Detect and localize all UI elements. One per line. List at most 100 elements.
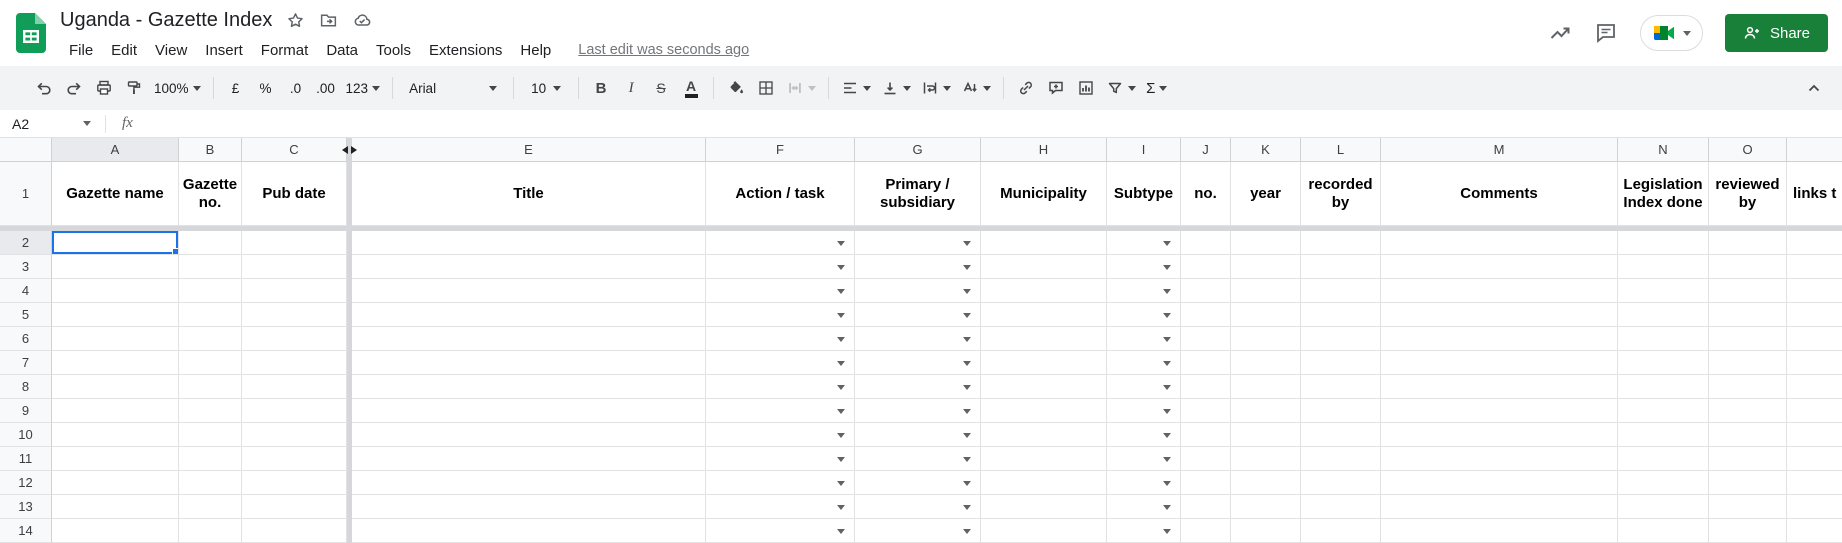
cell-N13[interactable] (1618, 495, 1709, 519)
column-title-cell-O1[interactable]: reviewed by (1709, 162, 1787, 226)
dropdown-caret-icon[interactable] (837, 529, 845, 538)
menu-data[interactable]: Data (317, 40, 367, 61)
cell-clipped7[interactable] (1787, 351, 1842, 375)
more-formats-button[interactable]: 123 (342, 74, 385, 102)
dropdown-caret-icon[interactable] (1163, 361, 1171, 370)
cell-K4[interactable] (1231, 279, 1301, 303)
dropdown-caret-icon[interactable] (963, 505, 971, 514)
cell-C9[interactable] (242, 399, 347, 423)
font-select[interactable]: Arial (401, 74, 505, 102)
menu-format[interactable]: Format (252, 40, 318, 61)
cell-N14[interactable] (1618, 519, 1709, 543)
cell-G5[interactable] (855, 303, 981, 327)
row-header-10[interactable]: 10 (0, 423, 52, 447)
column-header-F[interactable]: F (706, 138, 855, 162)
cell-N8[interactable] (1618, 375, 1709, 399)
cell-H5[interactable] (981, 303, 1107, 327)
cell-O2[interactable] (1709, 231, 1787, 255)
column-title-cell-M1[interactable]: Comments (1381, 162, 1618, 226)
cell-F5[interactable] (706, 303, 855, 327)
column-header-C[interactable]: C (242, 138, 347, 162)
cell-A7[interactable] (52, 351, 179, 375)
zoom-select[interactable]: 100% (150, 74, 205, 102)
cell-L3[interactable] (1301, 255, 1381, 279)
cell-F6[interactable] (706, 327, 855, 351)
cell-E2[interactable] (352, 231, 706, 255)
cell-E14[interactable] (352, 519, 706, 543)
cell-E5[interactable] (352, 303, 706, 327)
cell-E8[interactable] (352, 375, 706, 399)
dropdown-caret-icon[interactable] (1163, 409, 1171, 418)
cell-L6[interactable] (1301, 327, 1381, 351)
cell-H6[interactable] (981, 327, 1107, 351)
dropdown-caret-icon[interactable] (963, 361, 971, 370)
cell-E9[interactable] (352, 399, 706, 423)
dropdown-caret-icon[interactable] (963, 409, 971, 418)
cell-F12[interactable] (706, 471, 855, 495)
font-size-select[interactable]: 10 (522, 74, 570, 102)
column-header-M[interactable]: M (1381, 138, 1618, 162)
column-header-E[interactable]: E (352, 138, 706, 162)
cell-J13[interactable] (1181, 495, 1231, 519)
dropdown-caret-icon[interactable] (963, 385, 971, 394)
cell-O9[interactable] (1709, 399, 1787, 423)
cell-G2[interactable] (855, 231, 981, 255)
cell-clipped2[interactable] (1787, 231, 1842, 255)
cell-B7[interactable] (179, 351, 242, 375)
cell-F9[interactable] (706, 399, 855, 423)
cell-F7[interactable] (706, 351, 855, 375)
cell-M4[interactable] (1381, 279, 1618, 303)
dropdown-caret-icon[interactable] (1163, 265, 1171, 274)
cell-A9[interactable] (52, 399, 179, 423)
cell-G9[interactable] (855, 399, 981, 423)
cell-K9[interactable] (1231, 399, 1301, 423)
borders-button[interactable] (752, 74, 780, 102)
meet-button[interactable] (1639, 15, 1703, 51)
menu-edit[interactable]: Edit (102, 40, 146, 61)
select-all-corner[interactable] (0, 138, 52, 162)
cell-I6[interactable] (1107, 327, 1181, 351)
text-rotation-button[interactable] (957, 74, 995, 102)
cell-B2[interactable] (179, 231, 242, 255)
comment-history-icon[interactable] (1594, 21, 1618, 45)
move-to-folder-icon[interactable] (319, 11, 338, 30)
menu-extensions[interactable]: Extensions (420, 40, 511, 61)
cell-C10[interactable] (242, 423, 347, 447)
cell-G10[interactable] (855, 423, 981, 447)
cell-N6[interactable] (1618, 327, 1709, 351)
cell-F11[interactable] (706, 447, 855, 471)
cell-O8[interactable] (1709, 375, 1787, 399)
cell-clipped12[interactable] (1787, 471, 1842, 495)
cell-M10[interactable] (1381, 423, 1618, 447)
cell-C2[interactable] (242, 231, 347, 255)
cell-B12[interactable] (179, 471, 242, 495)
cell-O13[interactable] (1709, 495, 1787, 519)
dropdown-caret-icon[interactable] (837, 457, 845, 466)
cell-I13[interactable] (1107, 495, 1181, 519)
cell-L11[interactable] (1301, 447, 1381, 471)
insert-link-button[interactable] (1012, 74, 1040, 102)
cell-J10[interactable] (1181, 423, 1231, 447)
dropdown-caret-icon[interactable] (1163, 313, 1171, 322)
row-header-8[interactable]: 8 (0, 375, 52, 399)
increase-decimal-button[interactable]: .00 (312, 74, 340, 102)
cell-H9[interactable] (981, 399, 1107, 423)
cell-L12[interactable] (1301, 471, 1381, 495)
dropdown-caret-icon[interactable] (963, 529, 971, 538)
cell-K5[interactable] (1231, 303, 1301, 327)
cell-G13[interactable] (855, 495, 981, 519)
cell-M3[interactable] (1381, 255, 1618, 279)
column-title-cell-A1[interactable]: Gazette name (52, 162, 179, 226)
collapse-toolbar-button[interactable] (1800, 74, 1828, 102)
cell-J3[interactable] (1181, 255, 1231, 279)
cell-E4[interactable] (352, 279, 706, 303)
cell-J11[interactable] (1181, 447, 1231, 471)
merge-cells-button[interactable] (782, 74, 820, 102)
row-header-5[interactable]: 5 (0, 303, 52, 327)
dropdown-caret-icon[interactable] (963, 481, 971, 490)
column-header-H[interactable]: H (981, 138, 1107, 162)
dropdown-caret-icon[interactable] (963, 241, 971, 250)
cell-N4[interactable] (1618, 279, 1709, 303)
cell-B5[interactable] (179, 303, 242, 327)
column-title-cell-I1[interactable]: Subtype (1107, 162, 1181, 226)
